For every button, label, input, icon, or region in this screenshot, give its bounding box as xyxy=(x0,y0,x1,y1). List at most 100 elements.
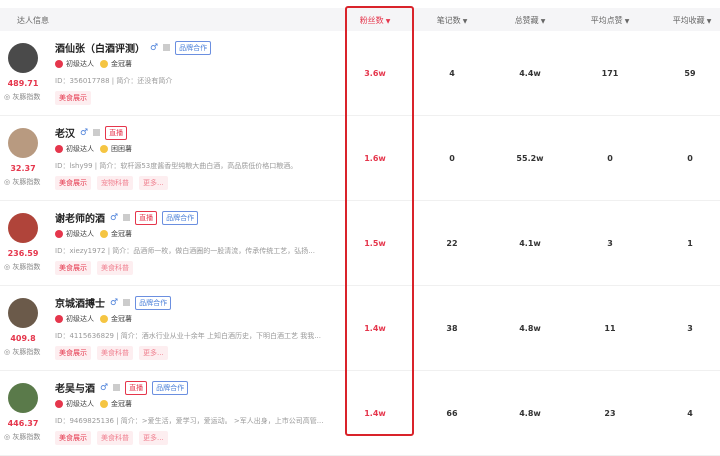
index-score: 409.8 xyxy=(10,334,36,343)
likes-count: 4.8w xyxy=(519,409,541,418)
level-line: 初级达人 困困薯 xyxy=(55,144,132,154)
notes-count: 22 xyxy=(446,239,458,248)
avatar[interactable] xyxy=(8,43,38,73)
likes-count: 55.2w xyxy=(516,154,544,163)
avatar[interactable] xyxy=(8,213,38,243)
likes-count: 4.1w xyxy=(519,239,541,248)
info-icon: ◎ xyxy=(4,263,11,271)
avatar[interactable] xyxy=(8,298,38,328)
crown-icon xyxy=(100,145,108,153)
category-tag[interactable]: 美食科普 xyxy=(97,346,133,360)
header-avg-fav-sort[interactable]: 平均收藏 ▼ xyxy=(673,15,712,26)
category-tag[interactable]: 美食展示 xyxy=(55,346,91,360)
badge-text: 金冠薯 xyxy=(111,315,132,323)
avg-fav: 59 xyxy=(684,69,696,78)
male-icon: ♂ xyxy=(110,212,119,223)
bio: ID：lshy99 | 简介：软杆源53度酱香型纯粮大曲白酒，高品质低价格口粮酒… xyxy=(55,162,298,170)
category-tag[interactable]: 美食科普 xyxy=(97,261,133,275)
creator-name[interactable]: 酒仙张（白酒评测） xyxy=(55,40,145,55)
index-label: ◎ 灰豚指数 xyxy=(4,92,40,102)
crown-icon xyxy=(100,230,108,238)
level-line: 初级达人 金冠薯 xyxy=(55,399,132,409)
info-icon: ◎ xyxy=(4,433,11,441)
live-badge: 直播 xyxy=(135,210,158,225)
creator-name[interactable]: 老吴与酒 xyxy=(55,380,95,395)
category-tag[interactable]: 美食展示 xyxy=(55,431,91,445)
index-score: 446.37 xyxy=(7,419,39,428)
brand-cooperation-badge: 品牌合作 xyxy=(152,380,189,395)
tag-list: 美食展示 xyxy=(55,91,91,105)
level-line: 初级达人 金冠薯 xyxy=(55,314,132,324)
avatar[interactable] xyxy=(8,128,38,158)
category-tag[interactable]: 美食展示 xyxy=(55,91,91,105)
level-text: 初级达人 xyxy=(66,400,94,408)
creator-name[interactable]: 京城酒搏士 xyxy=(55,295,105,310)
table-row[interactable]: 409.8 ◎ 灰豚指数 京城酒搏士 ♂ 品牌合作 初级达人 金冠薯 ID：41… xyxy=(0,286,720,371)
creator-name-line: 老吴与酒 ♂ 直播 品牌合作 xyxy=(55,380,189,395)
qr-code-icon[interactable] xyxy=(123,299,131,306)
level-line: 初级达人 金冠薯 xyxy=(55,59,132,69)
creator-name[interactable]: 老汉 xyxy=(55,125,75,140)
level-text: 初级达人 xyxy=(66,315,94,323)
qr-code-icon[interactable] xyxy=(163,44,171,51)
badge-text: 困困薯 xyxy=(111,145,132,153)
avg-like: 171 xyxy=(601,69,619,78)
caret-down-icon: ▼ xyxy=(385,18,391,25)
bio: ID：4115636829 | 简介：酒水行业从业十余年 上知白酒历史，下明白酒… xyxy=(55,332,321,340)
qr-code-icon[interactable] xyxy=(93,129,101,136)
brand-cooperation-badge: 品牌合作 xyxy=(162,210,199,225)
brand-cooperation-badge: 品牌合作 xyxy=(175,40,212,55)
category-tag[interactable]: 更多... xyxy=(139,431,168,445)
crown-icon xyxy=(100,60,108,68)
header-fans-sort[interactable]: 粉丝数 ▼ xyxy=(360,15,391,26)
tag-list: 美食展示 宠物科普 更多... xyxy=(55,176,168,190)
index-label-text: 灰豚指数 xyxy=(12,433,41,441)
table-row[interactable]: 32.37 ◎ 灰豚指数 老汉 ♂ 直播 初级达人 困困薯 ID：lshy99 … xyxy=(0,116,720,201)
creator-name-line: 谢老师的酒 ♂ 直播 品牌合作 xyxy=(55,210,199,225)
creator-name[interactable]: 谢老师的酒 xyxy=(55,210,105,225)
likes-count: 4.8w xyxy=(519,324,541,333)
fans-count: 1.5w xyxy=(364,239,386,248)
caret-down-icon: ▼ xyxy=(462,18,468,25)
table-row[interactable]: 446.37 ◎ 灰豚指数 老吴与酒 ♂ 直播 品牌合作 初级达人 金冠薯 ID… xyxy=(0,371,720,456)
creator-name-line: 京城酒搏士 ♂ 品牌合作 xyxy=(55,295,172,310)
table-row[interactable]: 489.71 ◎ 灰豚指数 酒仙张（白酒评测） ♂ 品牌合作 初级达人 金冠薯 … xyxy=(0,31,720,116)
avg-fav: 1 xyxy=(687,239,693,248)
avg-fav: 4 xyxy=(687,409,693,418)
level-text: 初级达人 xyxy=(66,230,94,238)
fans-count: 1.6w xyxy=(364,154,386,163)
level-icon xyxy=(55,315,63,323)
badge-text: 金冠薯 xyxy=(111,60,132,68)
crown-icon xyxy=(100,400,108,408)
qr-code-icon[interactable] xyxy=(123,214,131,221)
male-icon: ♂ xyxy=(80,127,89,138)
category-tag[interactable]: 美食科普 xyxy=(97,431,133,445)
index-label-text: 灰豚指数 xyxy=(12,263,41,271)
avg-like: 23 xyxy=(604,409,616,418)
avatar[interactable] xyxy=(8,383,38,413)
male-icon: ♂ xyxy=(100,382,109,393)
category-tag[interactable]: 宠物科普 xyxy=(97,176,133,190)
category-tag[interactable]: 更多... xyxy=(139,346,168,360)
tag-list: 美食展示 美食科普 xyxy=(55,261,133,275)
header-label: 平均收藏 xyxy=(672,16,705,25)
table-row[interactable]: 236.59 ◎ 灰豚指数 谢老师的酒 ♂ 直播 品牌合作 初级达人 金冠薯 I… xyxy=(0,201,720,286)
fans-count: 3.6w xyxy=(364,69,386,78)
index-label: ◎ 灰豚指数 xyxy=(4,262,40,272)
category-tag[interactable]: 更多... xyxy=(139,176,168,190)
category-tag[interactable]: 美食展示 xyxy=(55,261,91,275)
header-likes-sort[interactable]: 总赞藏 ▼ xyxy=(515,15,546,26)
notes-count: 0 xyxy=(449,154,455,163)
badge-text: 金冠薯 xyxy=(111,230,132,238)
category-tag[interactable]: 美食展示 xyxy=(55,176,91,190)
header-notes-sort[interactable]: 笔记数 ▼ xyxy=(437,15,468,26)
avg-like: 11 xyxy=(604,324,616,333)
avg-fav: 0 xyxy=(687,154,693,163)
header-avg-like-sort[interactable]: 平均点赞 ▼ xyxy=(591,15,630,26)
index-label-text: 灰豚指数 xyxy=(12,93,41,101)
tag-list: 美食展示 美食科普 更多... xyxy=(55,431,168,445)
index-score: 236.59 xyxy=(7,249,39,258)
index-label-text: 灰豚指数 xyxy=(12,348,41,356)
qr-code-icon[interactable] xyxy=(113,384,121,391)
level-text: 初级达人 xyxy=(66,60,94,68)
